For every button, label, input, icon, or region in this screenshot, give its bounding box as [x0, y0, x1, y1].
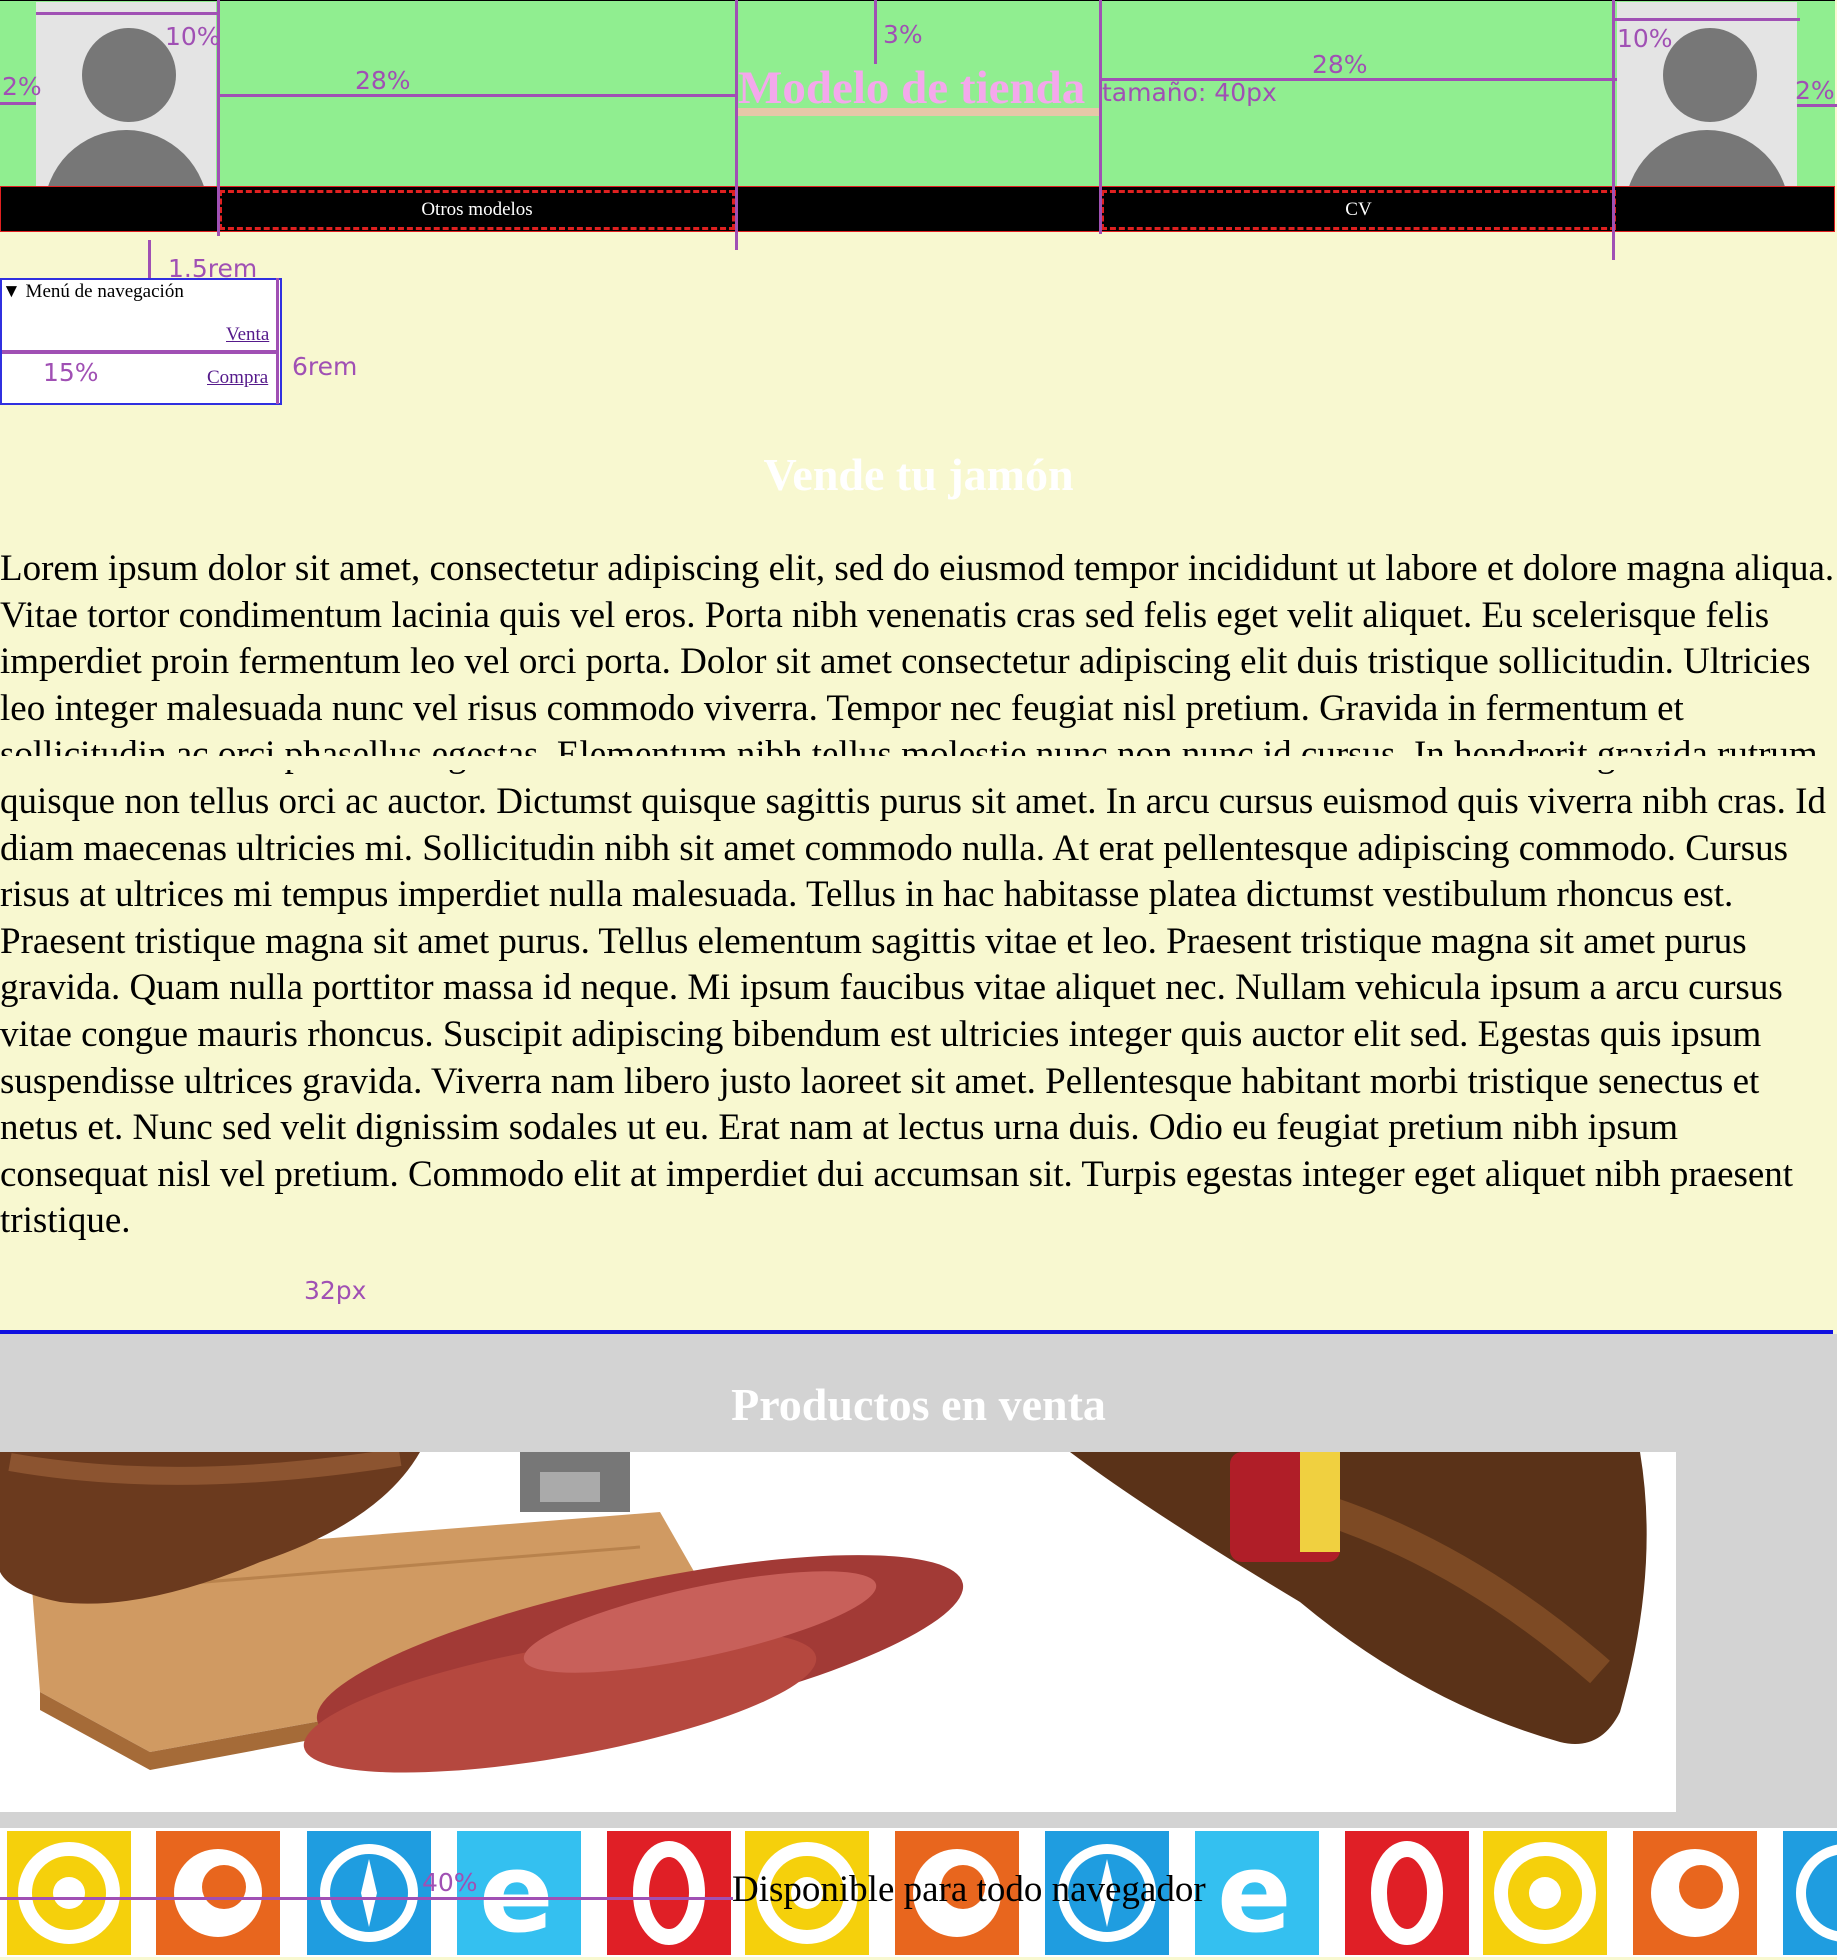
measure-line — [217, 94, 737, 97]
nav-link-otros-modelos[interactable]: Otros modelos — [219, 190, 735, 230]
side-menu-link-venta[interactable]: Venta — [226, 324, 269, 346]
safari-icon — [307, 1831, 431, 1955]
product-image-ham — [0, 1452, 1676, 1812]
measure-line — [1612, 0, 1615, 260]
annotation-left-margin: 2% — [2, 72, 42, 101]
svg-text:e: e — [1217, 1831, 1292, 1955]
annotation-nav-left: 28% — [355, 66, 411, 95]
annotation-title-top: 3% — [883, 20, 923, 49]
annotation-menu-offset: 1.5rem — [168, 254, 258, 283]
opera-icon — [1345, 1831, 1469, 1955]
opera-icon — [607, 1831, 731, 1955]
ie-icon: e — [1195, 1829, 1319, 1957]
measure-line — [36, 12, 218, 15]
annotation-avatar-right: 10% — [1617, 24, 1673, 53]
chrome-icon — [7, 1831, 131, 1955]
measure-line — [1099, 0, 1102, 234]
svg-text:e: e — [479, 1831, 554, 1955]
chrome-icon — [1483, 1831, 1607, 1955]
measure-line — [148, 240, 151, 278]
annotation-paragraph-margin: 32px — [304, 1276, 367, 1305]
section-heading: Vende tu jamón — [763, 449, 1074, 500]
site-title: Modelo de tienda — [738, 62, 1086, 114]
menu-separator — [2, 350, 278, 354]
measure-line — [1614, 18, 1800, 21]
text-overlap-mask — [0, 756, 1835, 770]
annotation-menu-height: 6rem — [292, 352, 358, 381]
measure-line — [0, 1897, 733, 1900]
measure-line — [0, 102, 36, 105]
annotation-caption-offset: 40% — [422, 1868, 478, 1897]
browsers-caption: Disponible para todo navegador — [732, 1869, 1206, 1910]
annotation-avatar-left: 10% — [165, 22, 221, 51]
measure-line — [735, 0, 738, 250]
side-menu-summary[interactable]: ▼ Menú de navegación — [2, 281, 184, 303]
annotation-menu-width: 15% — [43, 358, 99, 387]
measure-line — [276, 278, 279, 404]
annotation-title-font: tamaño: 40px — [1102, 78, 1277, 107]
side-menu-link-compra[interactable]: Compra — [207, 367, 268, 389]
measure-line — [874, 0, 877, 64]
lorem-paragraph: Lorem ipsum dolor sit amet, consectetur … — [0, 548, 1835, 1242]
safari-icon — [1783, 1831, 1837, 1955]
firefox-icon — [156, 1831, 280, 1955]
products-heading: Productos en venta — [731, 1379, 1106, 1430]
annotation-right-margin: 2% — [1795, 76, 1835, 105]
nav-link-cv[interactable]: CV — [1101, 190, 1616, 230]
annotation-nav-right: 28% — [1312, 50, 1368, 79]
firefox-icon — [1633, 1831, 1757, 1955]
